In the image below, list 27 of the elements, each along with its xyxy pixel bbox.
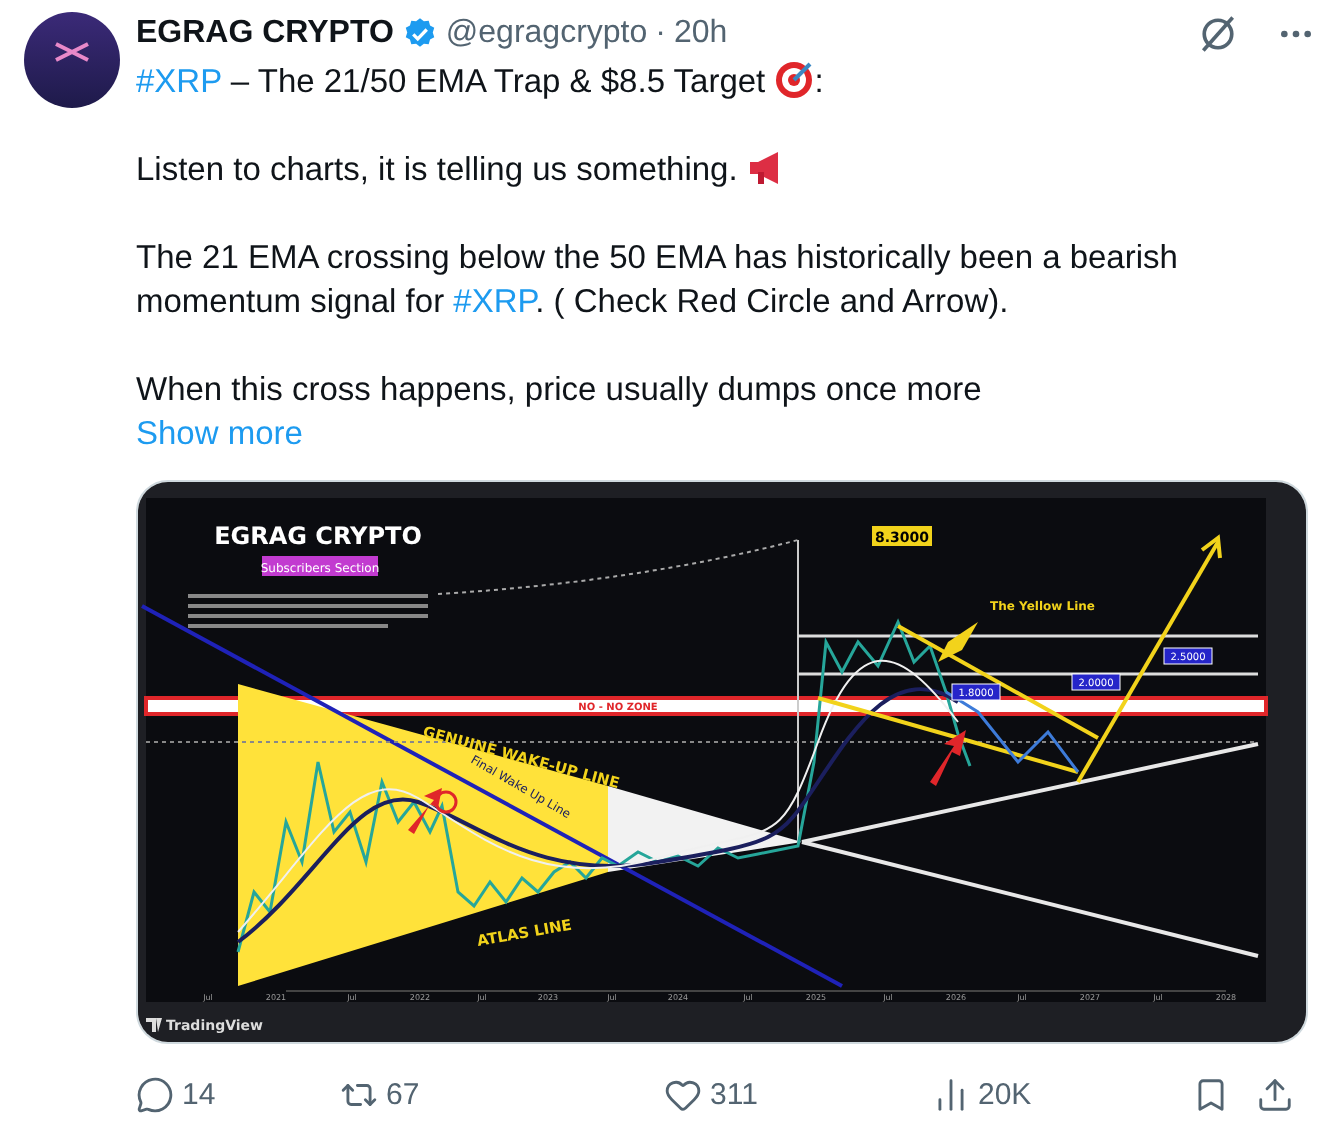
views-button[interactable]: 20K	[932, 1075, 1192, 1113]
pointer-arrow	[938, 622, 978, 662]
circle-marker	[434, 790, 458, 814]
logo-icon	[146, 1018, 162, 1032]
avatar[interactable]	[24, 12, 120, 108]
separator: ·	[655, 16, 666, 52]
post-text: The 21 EMA crossing below the 50 EMA has historically been a bearish momentum signal for #XRP. ( Check Red Circle and Arrow).	[136, 238, 1180, 324]
projection-line	[945, 690, 1080, 773]
post-text: When this cross happens, price usually dumps once more	[136, 370, 984, 412]
author-name[interactable]: EGRAG CRYPTO	[136, 16, 394, 52]
post-text: Listen to charts, it is telling us something.	[136, 148, 1312, 192]
reply-icon	[136, 1075, 174, 1113]
share-icon	[1256, 1075, 1294, 1113]
chart-title: EGRAG CRYPTO	[214, 522, 422, 550]
pointer-arrow	[408, 788, 442, 834]
like-icon	[664, 1075, 702, 1113]
post-time[interactable]: 20h	[673, 16, 728, 52]
pointer-arrow	[930, 730, 966, 786]
like-button[interactable]: 311	[664, 1075, 932, 1113]
bookmark-icon	[1192, 1075, 1230, 1113]
target-icon	[774, 60, 815, 100]
post-title: #XRP – The 21/50 EMA Trap & $8.5 Target :	[136, 60, 826, 104]
author-handle[interactable]: @egragcrypto	[445, 16, 648, 52]
views-icon	[932, 1075, 970, 1113]
repost-button[interactable]: 67	[340, 1075, 664, 1113]
slashed-circle-icon[interactable]	[1196, 12, 1240, 56]
reply-button[interactable]: 14	[136, 1075, 340, 1113]
